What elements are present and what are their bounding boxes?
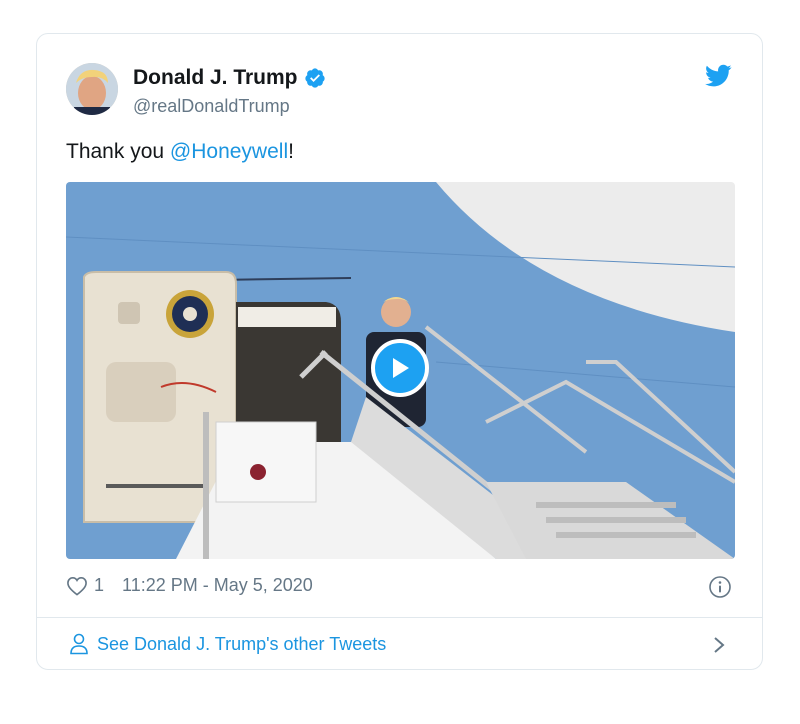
person-icon: [70, 633, 88, 655]
chevron-right-icon[interactable]: [712, 636, 726, 654]
mention-link[interactable]: @Honeywell: [170, 140, 288, 163]
tweet-timestamp[interactable]: 11:22 PM - May 5, 2020: [122, 575, 313, 596]
tweet-footer[interactable]: See Donald J. Trump's other Tweets: [37, 618, 762, 670]
tweet-text-suffix: !: [288, 140, 294, 163]
like-count[interactable]: 1: [94, 575, 104, 596]
other-tweets-link[interactable]: See Donald J. Trump's other Tweets: [69, 633, 386, 655]
tweet-meta: 1 11:22 PM - May 5, 2020: [66, 575, 313, 596]
heart-icon[interactable]: [66, 576, 88, 596]
author-handle[interactable]: @realDonaldTrump: [133, 96, 290, 117]
play-button[interactable]: [371, 339, 429, 397]
author-name[interactable]: Donald J. Trump: [133, 66, 298, 90]
author-avatar[interactable]: [66, 63, 118, 115]
play-icon: [393, 358, 409, 378]
author-name-line[interactable]: Donald J. Trump: [133, 66, 326, 90]
video-thumbnail[interactable]: [66, 182, 735, 559]
info-icon[interactable]: [708, 575, 732, 599]
embedded-tweet-card: Donald J. Trump @realDonaldTrump Thank y…: [36, 33, 763, 670]
other-tweets-label[interactable]: See Donald J. Trump's other Tweets: [97, 634, 386, 655]
twitter-bird-icon[interactable]: [705, 64, 732, 88]
tweet-text: Thank you @Honeywell!: [66, 140, 294, 164]
tweet-text-prefix: Thank you: [66, 140, 170, 163]
verified-badge-icon: [304, 68, 325, 88]
